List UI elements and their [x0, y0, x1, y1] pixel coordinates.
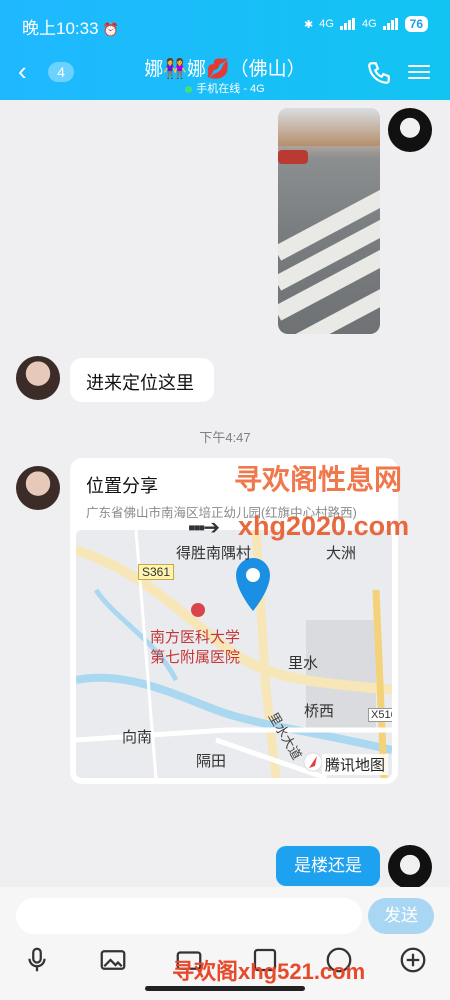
map-label: 向南 — [122, 729, 153, 746]
watermark-arrow-icon: ▪▪▪➔ — [188, 517, 220, 539]
nav-bar: ‹ 4 娜👭娜💋（佛山） 手机在线 - 4G — [0, 48, 450, 100]
chat-header: 晚上10:33 ⏰ ✱ 4G 4G 76 ‹ 4 娜👭娜💋（佛山） 手机在线 - … — [0, 0, 450, 100]
photo-car — [278, 150, 308, 164]
send-button[interactable]: 发送 — [368, 898, 434, 934]
signal-label-1: 4G — [319, 18, 334, 30]
status-time: 晚上10:33 ⏰ — [22, 19, 119, 38]
message-input[interactable] — [16, 898, 362, 934]
map-road-tag: S361 — [138, 564, 175, 580]
signal-icon-2 — [382, 18, 398, 30]
alarm-icon: ⏰ — [102, 22, 119, 37]
watermark-url: xhg2020.com — [238, 511, 410, 541]
map-preview[interactable]: 得胜南隅村 大洲 S361 南方医科大学 第七附属医院 里水 桥西 X516 向… — [76, 530, 392, 778]
map-label: 里水 — [288, 655, 319, 672]
incoming-text-bubble[interactable]: 进来定位这里 — [70, 358, 214, 402]
my-avatar[interactable] — [388, 845, 432, 889]
photo-message[interactable] — [278, 108, 380, 334]
menu-icon[interactable] — [408, 61, 430, 81]
map-label: 隔田 — [196, 753, 227, 770]
microphone-icon[interactable] — [22, 945, 52, 975]
map-label: 第七附属医院 — [150, 649, 241, 666]
location-share-card[interactable]: 位置分享 广东省佛山市南海区培正幼儿园(红旗中心村路西) 得胜南隅村 大洲 S3… — [70, 458, 398, 784]
map-label: 得胜南隅村 — [176, 545, 252, 562]
message-timestamp: 下午4:47 — [199, 430, 251, 445]
map-road-tag: X516 — [368, 708, 392, 722]
contact-avatar[interactable] — [16, 466, 60, 510]
status-right: ✱ 4G 4G 76 — [304, 16, 428, 32]
status-bar: 晚上10:33 ⏰ ✱ 4G 4G 76 — [0, 0, 450, 48]
home-indicator[interactable] — [145, 986, 305, 991]
signal-icon — [339, 18, 355, 30]
map-label: 南方医科大学 — [150, 629, 241, 646]
outgoing-text-bubble[interactable]: 是楼还是 — [276, 846, 380, 886]
battery-indicator: 76 — [404, 16, 428, 32]
bluetooth-icon: ✱ — [304, 18, 314, 31]
signal-label-2: 4G — [361, 18, 377, 30]
tencent-map-logo: 腾讯地图 — [322, 754, 389, 775]
my-avatar[interactable] — [388, 108, 432, 152]
watermark-text: 寻欢阁性息网 — [234, 464, 403, 495]
watermark-bottom: 寻欢阁xhg521.com — [172, 959, 366, 984]
online-dot-icon — [185, 85, 193, 93]
photo-buildings — [278, 108, 380, 146]
location-title: 位置分享 — [86, 476, 158, 496]
message-text: 进来定位这里 — [86, 373, 194, 393]
map-label: 桥西 — [304, 703, 335, 720]
phone-call-icon[interactable] — [366, 60, 392, 86]
plus-icon[interactable] — [398, 945, 428, 975]
image-icon[interactable] — [98, 945, 128, 975]
map-label: 大洲 — [326, 545, 357, 562]
contact-avatar[interactable] — [16, 356, 60, 400]
